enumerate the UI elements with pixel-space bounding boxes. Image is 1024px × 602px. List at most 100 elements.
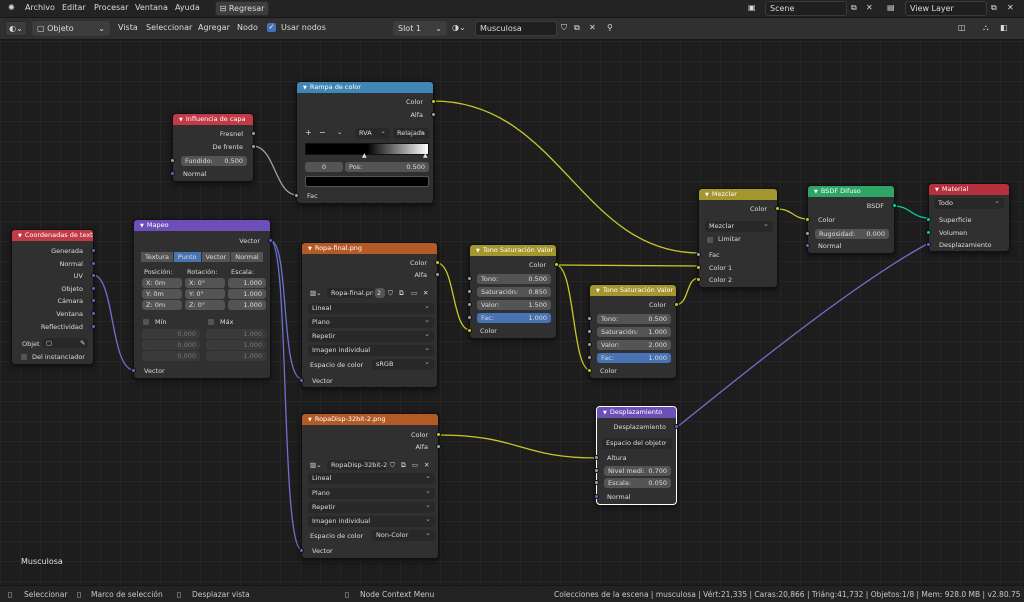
image-name-field[interactable]: RopaDisp-32bit-2...: [327, 460, 387, 470]
extension-select[interactable]: Repetir: [308, 502, 435, 513]
image-users-count[interactable]: 2: [375, 288, 385, 298]
scale-field[interactable]: Escala: 0.050: [604, 478, 671, 488]
node-image-texture-1[interactable]: ▼ Ropa-final.png Color Alfa ▨⌄ Ropa-final…: [299, 242, 440, 388]
socket[interactable]: [696, 277, 701, 282]
node-mapping[interactable]: ▼ Mapeo Vector Textura Punto Vector Norma…: [131, 219, 273, 379]
socket[interactable]: [170, 158, 175, 163]
mode-select[interactable]: ▢ Objeto ⌄: [32, 21, 110, 36]
socket[interactable]: [467, 328, 472, 333]
back-button[interactable]: ⊟ Regresar: [215, 1, 269, 16]
socket[interactable]: [775, 206, 780, 211]
socket[interactable]: [131, 368, 136, 373]
scene-field[interactable]: Scene: [765, 1, 847, 16]
image-browse-icon[interactable]: ▨⌄: [310, 461, 322, 469]
socket[interactable]: [696, 252, 701, 257]
scale-z[interactable]: 1.000: [228, 300, 266, 310]
node-header[interactable]: ▼ BSDF Difuso: [808, 186, 894, 197]
socket[interactable]: [926, 217, 931, 222]
view-layer-icon[interactable]: ▤: [887, 3, 895, 12]
pin-icon[interactable]: ⚲: [607, 23, 613, 32]
max-checkbox[interactable]: [208, 319, 214, 325]
hue-field[interactable]: Tono: 0.500: [597, 314, 671, 324]
instancer-checkbox[interactable]: [21, 354, 27, 360]
slot-select[interactable]: Slot 1 ⌄: [393, 21, 447, 36]
hue-field[interactable]: Tono: 0.500: [477, 274, 551, 284]
image-name-field[interactable]: Ropa-final.png: [327, 288, 373, 298]
node-header[interactable]: ▼ Desplazamiento: [597, 407, 676, 418]
menu-agregar[interactable]: Agregar: [198, 23, 230, 32]
new-scene-icon[interactable]: ⧉: [851, 3, 857, 13]
socket[interactable]: [435, 260, 440, 265]
node-header[interactable]: ▼ Tono Saturación Valor: [590, 285, 676, 296]
open-folder-icon[interactable]: ▭: [412, 461, 418, 469]
open-folder-icon[interactable]: ▭: [411, 289, 417, 297]
menu-ayuda[interactable]: Ayuda: [175, 3, 200, 12]
node-header[interactable]: ▼ Mapeo: [134, 220, 270, 231]
socket[interactable]: [435, 272, 440, 277]
duplicate-icon[interactable]: ⧉: [399, 289, 404, 298]
socket[interactable]: [91, 261, 96, 266]
saturation-field[interactable]: Saturación: 1.000: [597, 327, 671, 337]
menu-seleccionar[interactable]: Seleccionar: [146, 23, 192, 32]
node-diffuse-bsdf[interactable]: ▼ BSDF Difuso BSDF Color Rugosidad: 0.000 …: [805, 185, 897, 254]
socket[interactable]: [926, 242, 931, 247]
socket[interactable]: [587, 329, 592, 334]
ramp-menu-icon[interactable]: ⌄: [337, 128, 342, 136]
socket[interactable]: [91, 273, 96, 278]
overlay-icon[interactable]: ◫: [958, 23, 966, 32]
node-layer-weight[interactable]: ▼ Influencia de capa Fresnel De frente Fu…: [170, 113, 256, 182]
socket[interactable]: [554, 262, 559, 267]
tab-point[interactable]: Punto: [173, 252, 201, 262]
projection-select[interactable]: Plano: [308, 317, 434, 328]
source-select[interactable]: Imagen individual: [308, 516, 435, 527]
rotation-x[interactable]: X: 0°: [185, 278, 225, 288]
menu-archivo[interactable]: Archivo: [25, 3, 55, 12]
material-browse-icon[interactable]: ◑⌄: [452, 23, 466, 32]
socket[interactable]: [91, 286, 96, 291]
view-layer-field[interactable]: View Layer: [905, 1, 987, 16]
node-header[interactable]: ▼ Rampa de color: [297, 82, 433, 93]
rotation-y[interactable]: Y: 0°: [185, 289, 225, 299]
node-hue-saturation-2[interactable]: ▼ Tono Saturación Valor Color Tono: 0.500 …: [587, 284, 679, 379]
socket[interactable]: [805, 231, 810, 236]
socket[interactable]: [436, 444, 441, 449]
stop-position-field[interactable]: Pos: 0.500: [345, 162, 429, 172]
min-x[interactable]: 0.000: [142, 329, 200, 339]
socket[interactable]: [431, 112, 436, 117]
socket[interactable]: [674, 302, 679, 307]
socket[interactable]: [587, 368, 592, 373]
stop-color-swatch[interactable]: [305, 176, 429, 187]
value-field[interactable]: Valor: 1.500: [477, 300, 551, 310]
duplicate-material-icon[interactable]: ⧉: [574, 23, 580, 33]
unlink-material-icon[interactable]: ✕: [589, 23, 596, 32]
socket[interactable]: [594, 468, 599, 473]
socket[interactable]: [467, 302, 472, 307]
node-header[interactable]: ▼ Tono Saturación Valor: [470, 245, 556, 256]
node-header[interactable]: ▼ Ropa-final.png: [302, 243, 437, 254]
socket[interactable]: [251, 144, 256, 149]
socket[interactable]: [467, 315, 472, 320]
node-color-ramp[interactable]: ▼Rampa de color Color Alfa + − ⌄ RVA Rel…: [294, 81, 436, 204]
socket[interactable]: [299, 378, 304, 383]
socket[interactable]: [594, 480, 599, 485]
socket[interactable]: [467, 276, 472, 281]
color-space-select[interactable]: Non-Color: [372, 530, 435, 541]
socket[interactable]: [805, 217, 810, 222]
image-browse-icon[interactable]: ▨⌄: [310, 289, 322, 297]
max-z[interactable]: 1.000: [206, 351, 266, 361]
node-hue-saturation-1[interactable]: ▼ Tono Saturación Valor Color Tono: 0.500 …: [467, 244, 559, 339]
socket[interactable]: [892, 203, 897, 208]
ramp-stop-handle-icon[interactable]: ▲: [423, 152, 428, 159]
min-checkbox[interactable]: [143, 319, 149, 325]
color-ramp-gradient[interactable]: [305, 143, 429, 155]
node-header[interactable]: ▼ RopaDisp-32bit-2.png: [302, 414, 438, 425]
socket[interactable]: [594, 455, 599, 460]
interpolation-select[interactable]: Lineal: [308, 473, 435, 484]
blender-logo-icon[interactable]: ✺: [8, 3, 15, 12]
socket[interactable]: [91, 324, 96, 329]
socket[interactable]: [926, 230, 931, 235]
roughness-field[interactable]: Rugosidad: 0.000: [815, 229, 889, 239]
fake-user-icon[interactable]: ⛉: [561, 23, 567, 33]
fake-user-icon[interactable]: ⛉: [390, 461, 395, 470]
menu-nodo[interactable]: Nodo: [237, 23, 258, 32]
